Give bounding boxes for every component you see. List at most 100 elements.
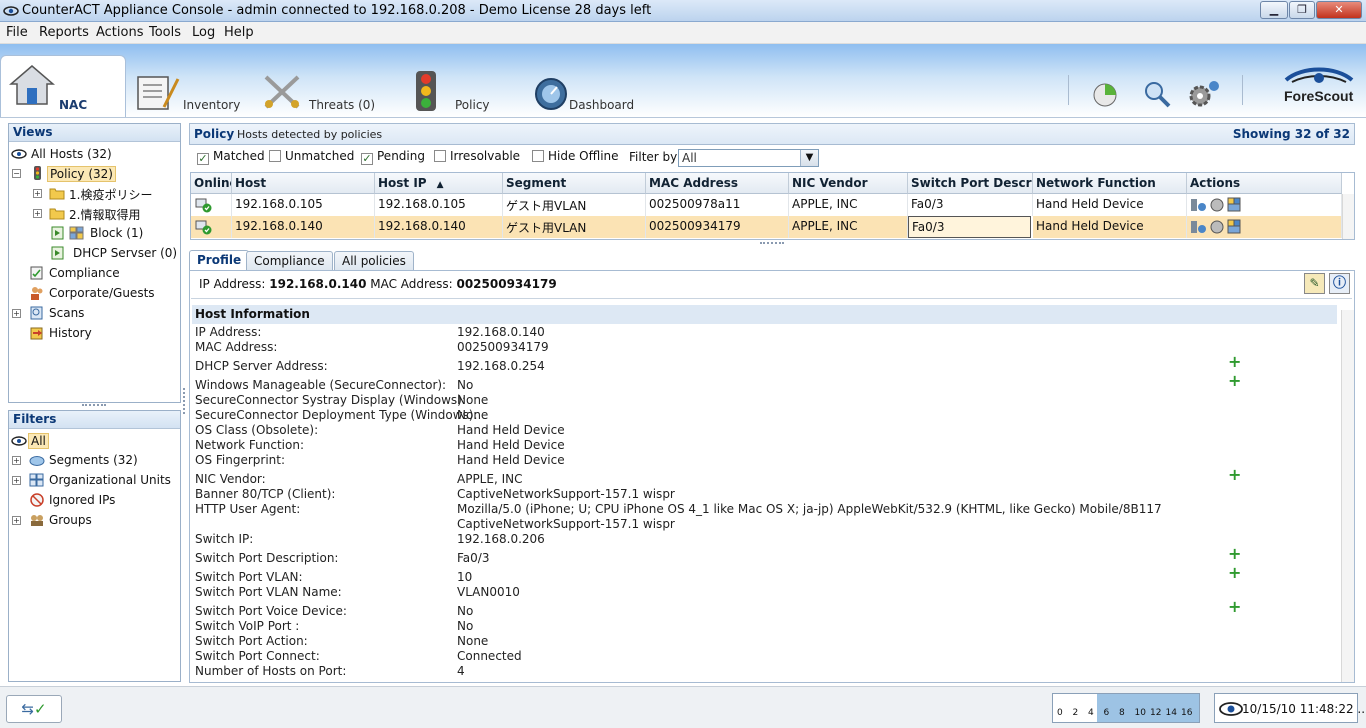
menu-help[interactable]: Help [224, 25, 254, 40]
col-switch-port[interactable]: Switch Port Descripti [908, 173, 1033, 194]
meter-tick-label: 4 [1088, 708, 1094, 718]
tree-policy[interactable]: Policy (32) [47, 166, 116, 182]
tree-all-hosts[interactable]: All Hosts (32) [31, 147, 112, 161]
menu-reports[interactable]: Reports [39, 25, 89, 40]
forescout-eye-icon [1219, 702, 1243, 716]
add-property-icon[interactable]: + [1228, 546, 1241, 562]
meter-tick-label: 8 [1119, 708, 1125, 718]
unmatched-checkbox[interactable]: Unmatched [269, 149, 354, 163]
edit-notes-icon[interactable]: ✎ [1304, 273, 1325, 294]
tree-history[interactable]: History [49, 326, 92, 340]
tab-inventory[interactable]: Inventory [132, 55, 242, 117]
expand-toggle[interactable]: + [12, 456, 21, 465]
add-property-icon[interactable]: + [1228, 354, 1241, 370]
menu-tools[interactable]: Tools [149, 25, 181, 40]
col-host-ip[interactable]: Host IP ▲ [375, 173, 503, 194]
tree-corporate[interactable]: Corporate/Guests [49, 286, 155, 300]
chevron-down-icon[interactable]: ▼ [800, 150, 818, 166]
tree-compliance[interactable]: Compliance [49, 266, 120, 280]
minimize-button[interactable]: ▁ [1260, 1, 1288, 19]
col-segment[interactable]: Segment [503, 173, 646, 194]
filter-by-select[interactable]: All ▼ [678, 149, 819, 167]
folder-icon [49, 208, 65, 220]
ip-label: IP Address: [199, 277, 266, 291]
expand-toggle[interactable]: + [33, 209, 42, 218]
field-value: None [457, 634, 489, 648]
filter-ignored-ips[interactable]: Ignored IPs [49, 493, 115, 507]
col-nic-vendor[interactable]: NIC Vendor [789, 173, 908, 194]
tree-scans[interactable]: Scans [49, 306, 84, 320]
hide-offline-checkbox[interactable]: Hide Offline [532, 149, 619, 163]
tree-dhcp[interactable]: DHCP Servser (0) [73, 246, 177, 260]
profile-scrollbar[interactable] [1341, 310, 1354, 682]
tab-dashboard[interactable]: Dashboard [530, 55, 650, 117]
filters-title: Filters [9, 411, 180, 429]
filters-panel: Filters [8, 410, 181, 682]
subtab-compliance[interactable]: Compliance [246, 251, 333, 271]
window-title: CounterACT Appliance Console - admin con… [22, 3, 652, 18]
menu-file[interactable]: File [6, 25, 28, 40]
tree-policy-2[interactable]: 2.情報取得用 [69, 206, 140, 223]
filter-groups[interactable]: Groups [49, 513, 92, 527]
filter-all[interactable]: All [28, 433, 49, 449]
pie-chart-icon[interactable] [1091, 80, 1121, 108]
menu-actions[interactable]: Actions [96, 25, 144, 40]
mac-value: 002500934179 [456, 277, 557, 291]
col-online[interactable]: Online [191, 173, 232, 194]
field-label: SecureConnector Deployment Type (Windows… [195, 408, 478, 422]
field-value: 192.168.0.140 [457, 325, 545, 339]
irresolvable-checkbox[interactable]: Irresolvable [434, 149, 520, 163]
tab-dashboard-label: Dashboard [569, 98, 635, 112]
col-mac[interactable]: MAC Address [646, 173, 789, 194]
col-network-function[interactable]: Network Function [1033, 173, 1187, 194]
meter-tick-label: 6 [1103, 708, 1110, 718]
info-icon[interactable]: ⓘ [1329, 273, 1350, 294]
tab-policy-label: Policy [455, 98, 490, 112]
tab-nac[interactable]: NAC [0, 55, 126, 117]
search-icon[interactable] [1142, 80, 1172, 108]
expand-toggle[interactable]: + [12, 476, 21, 485]
panel-resize-handle[interactable] [82, 404, 106, 408]
splitter-handle[interactable] [183, 388, 187, 414]
subtab-all-policies[interactable]: All policies [334, 251, 414, 271]
tab-threats[interactable]: Threats (0) [258, 55, 383, 117]
hosts-table: Online Host Host IP ▲ Segment MAC Address… [190, 172, 1355, 240]
field-value: 192.168.0.254 [457, 359, 545, 373]
maximize-button[interactable]: ❐ [1289, 1, 1315, 19]
matched-checkbox[interactable]: ✓ Matched [197, 149, 265, 165]
splitter-handle[interactable] [760, 242, 784, 245]
close-button[interactable]: ✕ [1316, 1, 1362, 19]
menu-log[interactable]: Log [192, 25, 215, 40]
subtab-profile[interactable]: Profile [189, 250, 250, 271]
add-property-icon[interactable]: + [1228, 599, 1241, 615]
tree-policy-1[interactable]: 1.検疫ポリシー [69, 186, 152, 203]
cell-switch-port: Fa0/3 [908, 194, 1033, 216]
add-property-icon[interactable]: + [1228, 373, 1241, 389]
expand-toggle[interactable]: + [12, 516, 21, 525]
policy-item-icon [51, 246, 64, 260]
activity-meter: 0 2 4 6 8 10 12 14 16 [1052, 693, 1200, 723]
org-units-icon [29, 473, 44, 487]
gear-icon[interactable] [1186, 78, 1224, 108]
col-host[interactable]: Host [232, 173, 375, 194]
checkbox-unchecked [269, 150, 281, 162]
host-actions-icon[interactable] [1190, 219, 1246, 235]
cell-segment: ゲスト用VLAN [503, 194, 646, 216]
add-property-icon[interactable]: + [1228, 467, 1241, 483]
expand-toggle[interactable]: + [12, 309, 21, 318]
matched-label: Matched [213, 149, 265, 163]
pending-checkbox[interactable]: ✓ Pending [361, 149, 425, 165]
tab-policy[interactable]: Policy [405, 55, 515, 117]
ack-button[interactable]: ⇆✓ [6, 695, 62, 723]
table-scrollbar[interactable] [1342, 194, 1354, 239]
filter-org-units[interactable]: Organizational Units [49, 473, 171, 487]
host-actions-icon[interactable] [1190, 197, 1246, 213]
tree-block[interactable]: Block (1) [90, 226, 143, 240]
collapse-toggle[interactable]: − [12, 169, 21, 178]
col-actions[interactable]: Actions [1187, 173, 1342, 194]
expand-toggle[interactable]: + [33, 189, 42, 198]
add-property-icon[interactable]: + [1228, 565, 1241, 581]
hide-offline-label: Hide Offline [548, 149, 619, 163]
filter-segments[interactable]: Segments (32) [49, 453, 138, 467]
cell-mac: 002500978a11 [646, 194, 789, 216]
